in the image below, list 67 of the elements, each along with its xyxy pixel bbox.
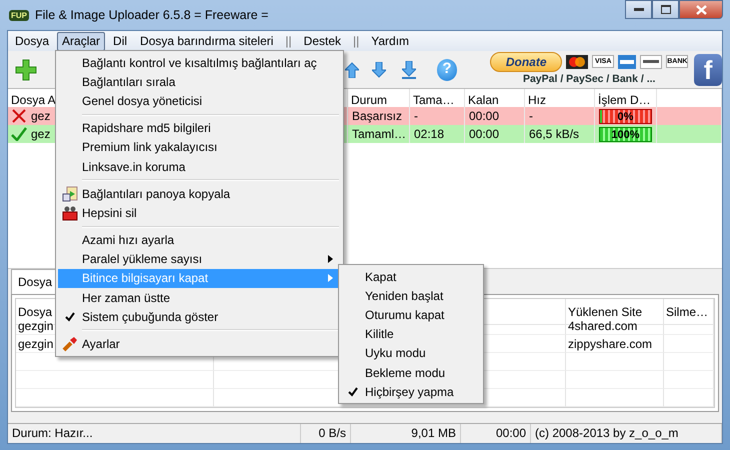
progress-label: 0% xyxy=(618,110,634,124)
file-name: gez xyxy=(31,126,50,143)
close-button[interactable] xyxy=(679,0,723,19)
menu-item[interactable]: Her zaman üstte xyxy=(58,288,341,308)
table-cell: Tamaml… xyxy=(348,125,410,143)
menu-item[interactable]: Yardım xyxy=(366,32,414,50)
table-cell: 4shared.com xyxy=(566,317,664,335)
down-arrow-icon[interactable] xyxy=(372,62,386,78)
table-cell: 00:00 xyxy=(465,107,525,125)
menu-item[interactable]: Dosya xyxy=(10,32,54,50)
minimize-button[interactable] xyxy=(625,0,652,19)
discover-card-icon xyxy=(640,54,662,69)
donate-button[interactable]: Donate xyxy=(490,52,562,72)
social-button[interactable]: f xyxy=(694,54,722,86)
wrench-icon xyxy=(62,336,78,352)
menu-item[interactable]: Paralel yükleme sayısı xyxy=(58,250,341,269)
table-cell: 00:00 xyxy=(465,125,525,143)
menu-divider: || xyxy=(284,33,293,50)
menu-item[interactable]: Azami hızı ayarla xyxy=(58,230,341,250)
menu-divider: || xyxy=(352,33,360,50)
status-text: 00:00 xyxy=(461,424,531,443)
status-text: (c) 2008-2013 by z_o_o_m xyxy=(531,424,722,443)
amex-card-icon xyxy=(618,54,636,69)
table-cell: 02:18 xyxy=(410,125,465,143)
table-cell: zippyshare.com xyxy=(566,335,664,353)
table-cell: 66,5 kB/s xyxy=(525,125,595,143)
close-icon xyxy=(696,4,706,14)
menu-item[interactable]: Bağlantıları panoya kopyala xyxy=(58,184,341,204)
mastercard-icon xyxy=(566,54,588,69)
menu-item[interactable]: Premium link yakalayıcısı xyxy=(58,138,341,157)
menu-item[interactable]: Rapidshare md5 bilgileri xyxy=(58,118,341,138)
menu-item[interactable]: Genel dosya yöneticisi xyxy=(58,91,341,111)
menu-item[interactable]: Linksave.in koruma xyxy=(58,156,341,176)
clipboard-icon xyxy=(62,186,78,202)
maximize-icon xyxy=(660,5,670,14)
status-text: 0 B/s xyxy=(301,424,351,443)
payment-methods-caption: PayPal / PaySec / Bank / ... xyxy=(522,72,656,87)
menu-item[interactable]: Dil xyxy=(108,32,132,50)
menu-item[interactable]: Uyku modu xyxy=(341,344,481,363)
add-icon[interactable] xyxy=(15,58,37,80)
up-arrow-icon[interactable] xyxy=(344,62,359,78)
table-cell: Başarısız xyxy=(348,107,410,125)
basket-icon xyxy=(62,204,78,221)
download-icon[interactable] xyxy=(402,60,416,78)
menu-item[interactable]: Bağlantıları sırala xyxy=(58,72,341,92)
file-name: gez xyxy=(31,108,50,125)
menu-item[interactable]: Hepsini sil xyxy=(58,203,341,222)
menu-item[interactable]: Oturumu kapat xyxy=(341,305,481,325)
maximize-button[interactable] xyxy=(652,0,679,19)
menu-item[interactable]: Kapat xyxy=(341,267,481,286)
window-title: File & Image Uploader 6.5.8 = Freeware = xyxy=(35,6,268,24)
status-text: 9,01 MB xyxy=(351,424,461,443)
menu-item[interactable]: Kilitle xyxy=(341,324,481,344)
column-header[interactable]: Silme… xyxy=(664,299,714,325)
app-logo-icon: FUP xyxy=(9,10,29,20)
progress-label: 100% xyxy=(611,128,640,142)
menu-item[interactable]: Bekleme modu xyxy=(341,362,481,382)
menu-item[interactable]: Hiçbirşey yapma xyxy=(341,382,481,402)
table-cell: - xyxy=(525,107,595,125)
status-text: Durum: Hazır... xyxy=(8,424,301,443)
menu-item[interactable]: Dosya barındırma siteleri xyxy=(135,32,278,50)
menu-item[interactable]: Araçlar xyxy=(57,32,106,50)
table-cell: - xyxy=(410,107,465,125)
menu-item[interactable]: Yeniden başlat xyxy=(341,286,481,306)
menu-item[interactable]: Bağlantı kontrol ve kısaltılmış bağlantıları aç xyxy=(58,53,341,72)
minimize-icon xyxy=(634,8,644,12)
menu-item[interactable]: Destek xyxy=(298,32,346,50)
